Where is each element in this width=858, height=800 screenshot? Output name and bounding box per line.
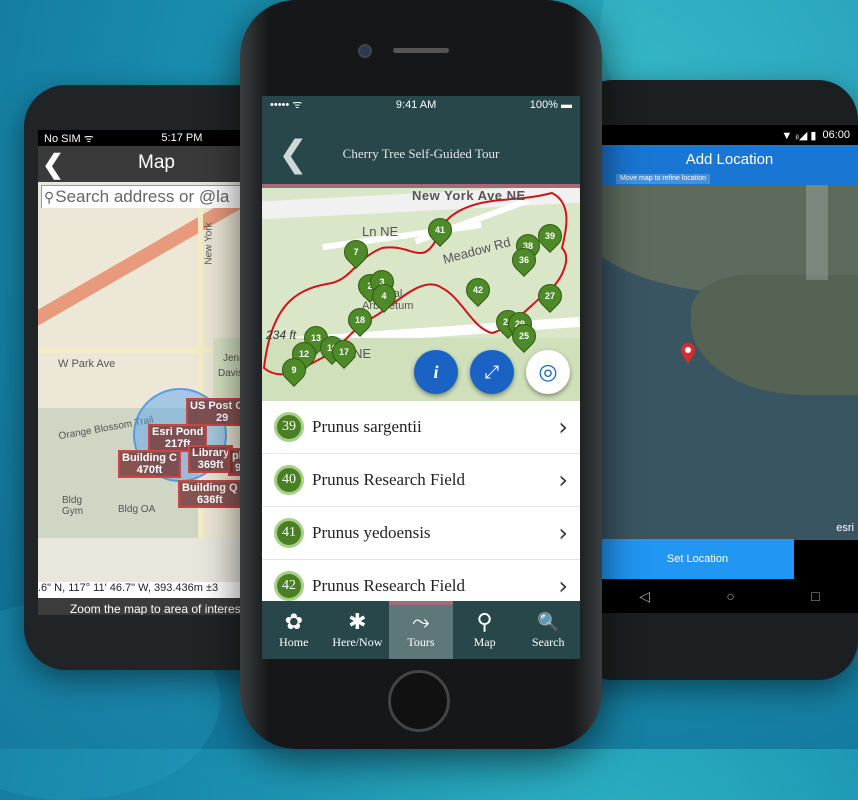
page-title: Add Location [685, 151, 774, 168]
stop-name: Prunus sargentii [312, 417, 422, 436]
android-nav-bar: ◁ ○ □ [601, 579, 858, 613]
app-bar: Add Location Move map to refine location [601, 145, 858, 185]
street-label-ln: Ln NE [362, 224, 399, 239]
stop-list: 39 Prunus sargentii › 40 Prunus Research… [262, 401, 580, 613]
camera-icon [358, 44, 372, 58]
search-icon: 🔍 [536, 612, 560, 632]
tab-bar: ✿ Home ✱ Here/Now ⤳ Tours ⚲ Map 🔍 Search [262, 601, 580, 659]
time-label: 5:17 PM [161, 132, 203, 144]
poi-building-q[interactable]: Building Q 636ft [178, 480, 242, 508]
time-label: 9:41 AM [395, 98, 437, 111]
signal-indicator: ••••• ᯤ [270, 99, 303, 111]
time-label: 06:00 [822, 129, 850, 141]
stop-name: Prunus yedoensis [312, 523, 431, 542]
chevron-right-icon: › [558, 466, 568, 494]
stop-number-badge: 42 [274, 571, 304, 601]
tree-icon: ✿ [284, 609, 304, 634]
tab-label: Tours [407, 635, 435, 649]
battery-indicator: 100% ▬ [529, 98, 572, 111]
back-button[interactable]: ❮ [38, 146, 68, 182]
right-screen: ▼ ᵢₗ◢ ▮ 06:00 Add Location Move map to r… [601, 125, 858, 613]
status-bar: ▼ ᵢₗ◢ ▮ 06:00 [601, 125, 858, 145]
bldg-label: Bldg [62, 495, 83, 506]
center-screen: ••••• ᯤ 9:41 AM 100% ▬ ❮ Cherry Tree Sel… [262, 96, 580, 659]
tab-tours[interactable]: ⤳ Tours [389, 601, 453, 659]
satellite-map[interactable]: esri [601, 185, 858, 540]
gym-label: Gym [62, 506, 84, 517]
tab-label: Home [279, 635, 309, 649]
map-pin-icon: ⚲ [476, 609, 493, 634]
chevron-right-icon: › [558, 572, 568, 600]
speaker-grille [393, 48, 449, 53]
header: ❮ Cherry Tree Self-Guided Tour [262, 113, 580, 188]
tab-search[interactable]: 🔍 Search [516, 601, 580, 659]
search-placeholder: Search address or @la [55, 187, 230, 206]
chevron-right-icon: › [558, 519, 568, 547]
zoom-controls[interactable] [806, 185, 828, 280]
right-phone: ▼ ᵢₗ◢ ▮ 06:00 Add Location Move map to r… [573, 80, 858, 680]
locate-me-button[interactable]: ◎ [526, 350, 570, 394]
stop-number-badge: 39 [274, 412, 304, 442]
new-york-label: New York [203, 222, 215, 265]
expand-map-button[interactable]: ⤢ [470, 350, 514, 394]
center-phone: ••••• ᯤ 9:41 AM 100% ▬ ❮ Cherry Tree Sel… [240, 0, 602, 749]
flower-icon: ✱ [348, 609, 367, 634]
stop-number-badge: 41 [274, 518, 304, 548]
home-button[interactable] [388, 670, 450, 732]
tab-label: Map [473, 635, 496, 649]
page-title: Cherry Tree Self-Guided Tour [342, 146, 500, 161]
tab-label: Here/Now [332, 635, 383, 649]
list-item[interactable]: 41 Prunus yedoensis › [262, 507, 580, 560]
tab-here-now[interactable]: ✱ Here/Now [326, 601, 390, 659]
page-title: Map [138, 152, 175, 173]
list-item[interactable]: 40 Prunus Research Field › [262, 454, 580, 507]
carrier-label: No SIM ᯤ [44, 132, 94, 145]
search-input[interactable]: ⚲ Search address or @la [41, 185, 273, 209]
home-nav-icon[interactable]: ○ [726, 588, 734, 604]
chevron-right-icon: › [558, 413, 568, 441]
elevation-label: 234 ft [266, 328, 297, 342]
tab-label: Search [531, 635, 565, 649]
stop-number-badge: 40 [274, 465, 304, 495]
stop-name: Prunus Research Field [312, 470, 465, 489]
stop-name: Prunus Research Field [312, 576, 465, 595]
set-location-button[interactable]: Set Location [601, 539, 794, 579]
back-nav-icon[interactable]: ◁ [639, 588, 650, 605]
info-button[interactable]: i [414, 350, 458, 394]
search-icon: ⚲ [44, 188, 55, 205]
street-label-newyork: New York Ave NE [412, 188, 526, 203]
tab-map[interactable]: ⚲ Map [453, 601, 517, 659]
park-ave-label: W Park Ave [58, 358, 116, 370]
status-bar: ••••• ᯤ 9:41 AM 100% ▬ [262, 96, 580, 113]
page-subtitle: Move map to refine location [616, 174, 710, 184]
poi-library[interactable]: Library 369ft [188, 445, 234, 473]
path-icon: ⤳ [412, 609, 430, 634]
tab-home[interactable]: ✿ Home [262, 601, 326, 659]
status-icons: ▼ ᵢₗ◢ ▮ [781, 129, 817, 142]
poi-building-c[interactable]: Building C 470ft [118, 450, 181, 478]
list-item[interactable]: 39 Prunus sargentii › [262, 401, 580, 454]
esri-attribution: esri [836, 522, 854, 534]
recent-nav-icon[interactable]: □ [811, 588, 819, 604]
location-pin-icon[interactable] [681, 343, 695, 363]
bldg-oa-label: Bldg OA [118, 504, 156, 515]
